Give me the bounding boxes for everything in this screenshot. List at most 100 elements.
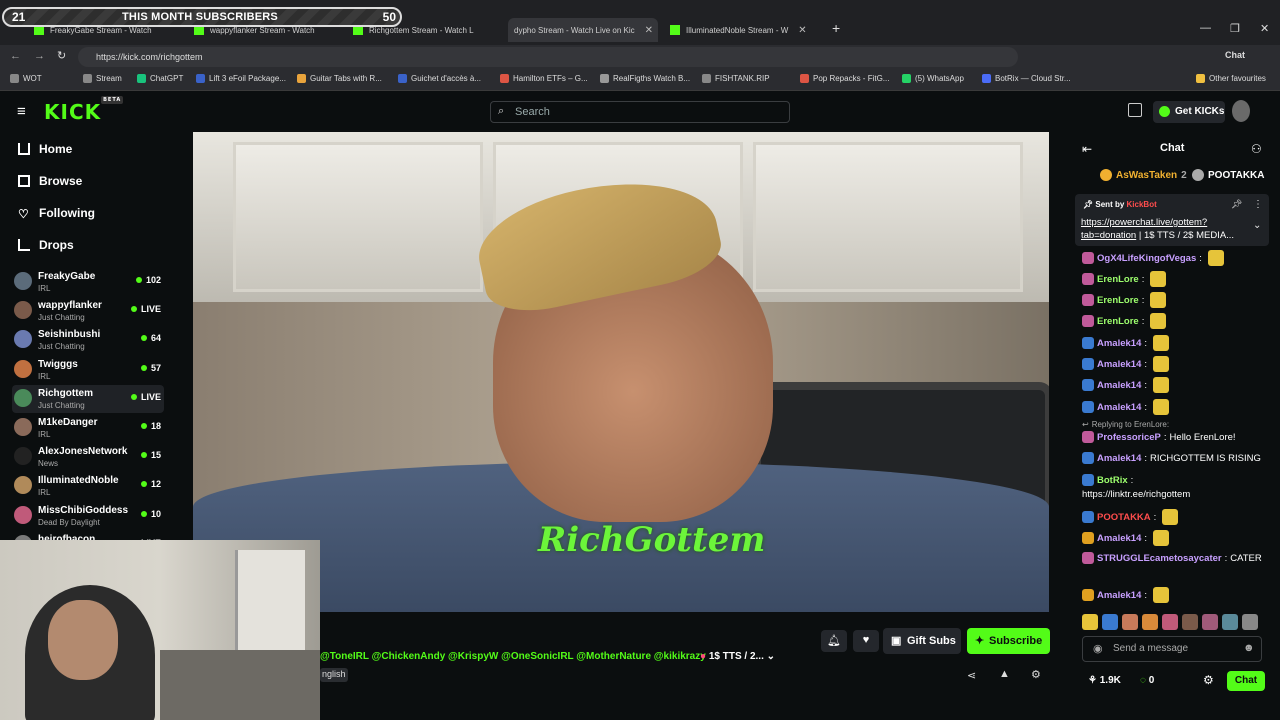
search-input[interactable]: ⌕ Search bbox=[490, 101, 790, 123]
chevron-down-icon[interactable]: ⌄ bbox=[767, 651, 775, 662]
chat-message[interactable]: BotRix: https://linktr.ee/richgottem bbox=[1082, 474, 1232, 500]
chat-message[interactable]: Amalek14: RICHGOTTEM IS RISING bbox=[1082, 452, 1261, 464]
kebab-menu-icon[interactable]: ⋮ bbox=[1253, 199, 1263, 210]
nav-drops[interactable]: Drops bbox=[18, 238, 74, 252]
forward-icon[interactable]: → bbox=[34, 50, 45, 62]
chat-message[interactable]: OgX4LifeKingofVegas: bbox=[1082, 250, 1224, 266]
notification-bell-button[interactable]: 🔔︎ bbox=[821, 630, 847, 652]
get-kicks-button[interactable]: Get KICKs bbox=[1153, 101, 1225, 123]
language-tag[interactable]: nglish bbox=[320, 668, 348, 682]
chat-message[interactable]: ErenLore: bbox=[1082, 313, 1167, 329]
chat-username[interactable]: ErenLore bbox=[1097, 274, 1139, 285]
chat-username[interactable]: Amalek14 bbox=[1097, 402, 1141, 413]
chat-message[interactable]: Amalek14: bbox=[1082, 356, 1170, 372]
url-field[interactable]: https://kick.com/richgottem bbox=[78, 47, 1018, 67]
chat-message[interactable]: Amalek14: bbox=[1082, 587, 1170, 603]
emote-icon[interactable] bbox=[1162, 614, 1178, 630]
bookmark-item[interactable]: ChatGPT bbox=[137, 74, 183, 83]
chevron-down-icon[interactable]: ⌄ bbox=[1253, 220, 1261, 231]
report-icon[interactable]: ▲ bbox=[999, 668, 1010, 680]
emote-icon[interactable] bbox=[1082, 614, 1098, 630]
sidebar-channel[interactable]: AlexJonesNetwork News 15 bbox=[12, 443, 164, 471]
bookmark-item[interactable]: Lift 3 eFoil Package... bbox=[196, 74, 286, 83]
sidebar-channel[interactable]: Seishinbushi Just Chatting 64 bbox=[12, 326, 164, 354]
sidebar-channel[interactable]: IlluminatedNoble IRL 12 bbox=[12, 472, 164, 500]
layout-icon[interactable] bbox=[1128, 103, 1142, 117]
emote-icon[interactable] bbox=[1142, 614, 1158, 630]
tab-dypho-active[interactable]: dypho Stream - Watch Live on Kic ✕ bbox=[508, 18, 658, 42]
emote-icon[interactable] bbox=[1242, 614, 1258, 630]
close-window-icon[interactable]: ✕ bbox=[1260, 22, 1269, 35]
emote-icon[interactable] bbox=[1182, 614, 1198, 630]
chat-message-input[interactable]: ◉ Send a message ☻ bbox=[1082, 636, 1262, 662]
chat-username[interactable]: Amalek14 bbox=[1097, 590, 1141, 601]
chat-username[interactable]: ErenLore bbox=[1097, 295, 1139, 306]
maximize-icon[interactable]: ❐ bbox=[1230, 22, 1240, 35]
chat-settings-icon[interactable]: ⚙ bbox=[1203, 673, 1214, 687]
close-tab-icon[interactable]: ✕ bbox=[645, 25, 653, 36]
kick-logo[interactable]: KICK BETA bbox=[44, 96, 124, 124]
chat-username[interactable]: BotRix bbox=[1097, 475, 1128, 486]
chat-username[interactable]: POOTAKKA bbox=[1097, 512, 1151, 523]
bookmark-item[interactable]: Guitar Tabs with R... bbox=[297, 74, 382, 83]
bookmark-item[interactable]: (5) WhatsApp bbox=[902, 74, 964, 83]
chat-username[interactable]: Amalek14 bbox=[1097, 453, 1141, 464]
emote-icon[interactable] bbox=[1202, 614, 1218, 630]
bookmark-item[interactable]: BotRix — Cloud Str... bbox=[982, 74, 1071, 83]
chat-message[interactable]: ProfessoriceP: Hello ErenLore! bbox=[1082, 431, 1236, 443]
bookmark-item[interactable]: FISHTANK.RIP bbox=[702, 74, 770, 83]
pin-icon[interactable]: 📌︎ bbox=[1231, 199, 1242, 210]
refresh-icon[interactable]: ↻ bbox=[57, 49, 66, 62]
sidebar-channel[interactable]: FreakyGabe IRL 102 bbox=[12, 268, 164, 296]
chat-username[interactable]: Amalek14 bbox=[1097, 380, 1141, 391]
chat-message[interactable]: Amalek14: bbox=[1082, 530, 1170, 546]
bookmark-item[interactable]: Hamilton ETFs – G... bbox=[500, 74, 588, 83]
more-options-icon[interactable]: ⚙ bbox=[1031, 668, 1041, 681]
chat-users-icon[interactable]: ⚇ bbox=[1251, 142, 1262, 156]
sidebar-channel[interactable]: MissChibiGoddess Dead By Daylight 10 bbox=[12, 502, 164, 530]
chat-message[interactable]: Amalek14: bbox=[1082, 399, 1170, 415]
bookmark-item[interactable]: Guichet d'accès à... bbox=[398, 74, 481, 83]
chat-message[interactable]: Amalek14: bbox=[1082, 377, 1170, 393]
chat-username[interactable]: Amalek14 bbox=[1097, 533, 1141, 544]
chat-username[interactable]: OgX4LifeKingofVegas bbox=[1097, 253, 1196, 264]
bookmark-item[interactable]: Other favourites bbox=[1196, 74, 1266, 83]
chat-username[interactable]: ProfessoriceP bbox=[1097, 432, 1161, 443]
chat-send-button[interactable]: Chat bbox=[1227, 671, 1265, 691]
user-avatar[interactable] bbox=[1232, 100, 1250, 122]
gift-subs-button[interactable]: ▣ Gift Subs bbox=[883, 628, 961, 654]
video-player[interactable]: RichGottem bbox=[193, 132, 1049, 612]
emote-icon[interactable] bbox=[1222, 614, 1238, 630]
leaderboard-item[interactable]: POOTAKKA bbox=[1192, 169, 1264, 181]
back-icon[interactable]: ← bbox=[10, 50, 21, 62]
pinned-message[interactable]: 📌︎ Sent by KickBot 📌︎ ⋮ ⌄ https://powerc… bbox=[1075, 194, 1269, 246]
chat-message[interactable]: ErenLore: bbox=[1082, 292, 1167, 308]
chat-username[interactable]: Amalek14 bbox=[1097, 359, 1141, 370]
emote-icon[interactable] bbox=[1102, 614, 1118, 630]
leaderboard-item[interactable]: AsWasTaken 2 bbox=[1100, 169, 1187, 181]
nav-browse[interactable]: Browse bbox=[18, 174, 82, 188]
chat-message[interactable]: Amalek14: bbox=[1082, 335, 1170, 351]
chat-username[interactable]: Amalek14 bbox=[1097, 338, 1141, 349]
nav-home[interactable]: Home bbox=[18, 142, 72, 156]
copilot-chat-button[interactable]: Chat bbox=[1225, 50, 1245, 60]
new-tab-icon[interactable]: + bbox=[832, 20, 840, 36]
chat-username[interactable]: ErenLore bbox=[1097, 316, 1139, 327]
chat-username[interactable]: STRUGGLEcametosaycater bbox=[1097, 553, 1222, 564]
bookmark-item[interactable]: WOT bbox=[10, 74, 42, 83]
points-count[interactable]: ◌ 0 bbox=[1140, 675, 1154, 686]
sidebar-channel[interactable]: Richgottem Just Chatting LIVE bbox=[12, 384, 164, 413]
subscribe-button[interactable]: ✦ Subscribe bbox=[967, 628, 1050, 654]
bookmark-item[interactable]: RealFigths Watch B... bbox=[600, 74, 690, 83]
emoji-icon[interactable]: ☻ bbox=[1243, 642, 1255, 654]
share-icon[interactable]: ⋖ bbox=[967, 669, 976, 682]
collapse-chat-icon[interactable]: ⇤ bbox=[1082, 142, 1092, 156]
bookmark-item[interactable]: Pop Repacks - FitG... bbox=[800, 74, 889, 83]
chat-message[interactable]: ErenLore: bbox=[1082, 271, 1167, 287]
emote-icon[interactable] bbox=[1122, 614, 1138, 630]
nav-following[interactable]: ♡ Following bbox=[18, 206, 95, 221]
close-tab-icon[interactable]: ✕ bbox=[798, 25, 806, 36]
follow-heart-button[interactable]: ♥ bbox=[853, 630, 879, 652]
menu-icon[interactable]: ≡ bbox=[17, 103, 26, 120]
chat-message[interactable]: STRUGGLEcametosaycater: CATER bbox=[1082, 552, 1262, 564]
